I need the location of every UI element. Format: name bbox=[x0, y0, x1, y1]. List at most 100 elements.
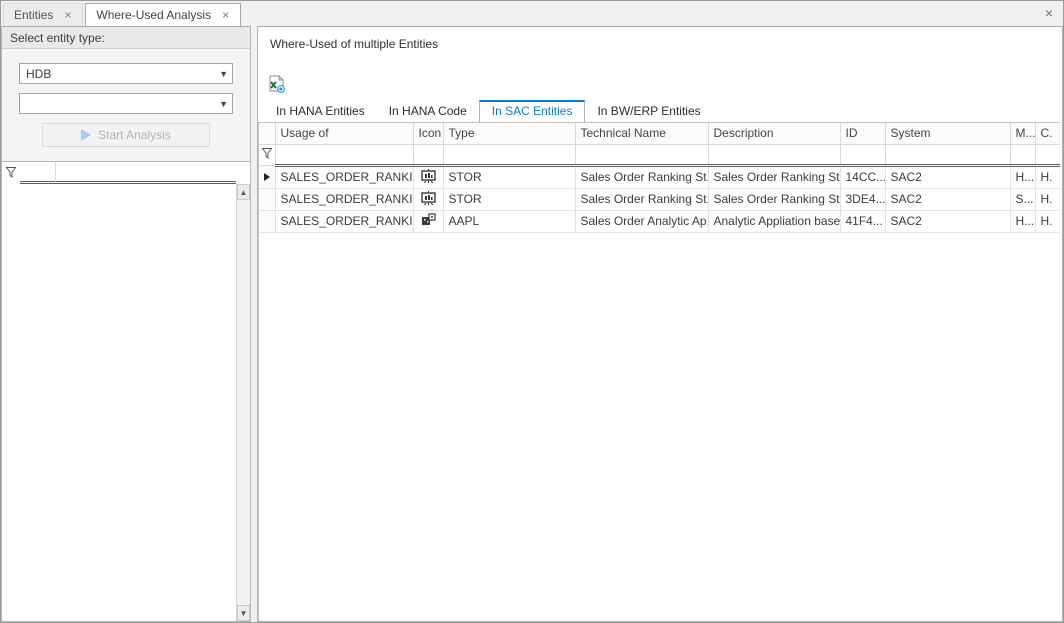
cell-c[interactable]: H. bbox=[1035, 188, 1060, 210]
start-analysis-button[interactable]: Start Analysis bbox=[42, 123, 210, 147]
cell-description[interactable]: Sales Order Ranking St... bbox=[708, 188, 840, 210]
entity-list-grid: ▲ ▼ bbox=[2, 161, 250, 621]
cell-type[interactable]: STOR bbox=[443, 165, 575, 188]
col-header-id[interactable]: ID bbox=[840, 123, 885, 144]
analytic-application-icon bbox=[421, 213, 436, 227]
scroll-up-icon[interactable]: ▲ bbox=[237, 184, 250, 200]
table-row[interactable]: SALES_ORDER_RANKING STOR Sales Order Ran… bbox=[259, 188, 1060, 210]
col-header-system[interactable]: System bbox=[885, 123, 1010, 144]
filter-cell[interactable] bbox=[708, 144, 840, 165]
tab-in-hana-entities[interactable]: In HANA Entities bbox=[264, 101, 377, 122]
document-tabbar: Entities × Where-Used Analysis × × bbox=[1, 1, 1063, 26]
where-used-results-panel: Where-Used of multiple Entities In HANA … bbox=[257, 26, 1063, 622]
filter-cell[interactable] bbox=[1035, 144, 1060, 165]
filter-cell[interactable] bbox=[840, 144, 885, 165]
filter-cell[interactable] bbox=[56, 162, 236, 184]
chevron-down-icon[interactable]: ▼ bbox=[219, 99, 228, 109]
row-indicator-cell bbox=[259, 210, 275, 232]
cell-technical-name[interactable]: Sales Order Ranking St... bbox=[575, 165, 708, 188]
filter-cell[interactable] bbox=[1010, 144, 1035, 165]
cell-m[interactable]: H... bbox=[1010, 210, 1035, 232]
grid-header-row: Usage of Icon Type Technical Name Descri… bbox=[259, 123, 1060, 144]
entity-dropdown[interactable]: ▼ bbox=[19, 93, 233, 114]
chevron-down-icon[interactable]: ▼ bbox=[219, 69, 228, 79]
panel-header: Select entity type: bbox=[2, 27, 250, 49]
entity-type-dropdown[interactable]: HDB ▼ bbox=[19, 63, 233, 84]
cell-usage-of[interactable]: SALES_ORDER_RANKING bbox=[275, 210, 413, 232]
cell-system[interactable]: SAC2 bbox=[885, 210, 1010, 232]
results-grid: Usage of Icon Type Technical Name Descri… bbox=[258, 122, 1060, 621]
results-title: Where-Used of multiple Entities bbox=[258, 27, 1062, 53]
filter-indicator-cell bbox=[2, 162, 20, 184]
cell-id[interactable]: 41F4... bbox=[840, 210, 885, 232]
cell-icon bbox=[413, 188, 443, 210]
current-row-arrow-icon bbox=[264, 173, 270, 181]
cell-usage-of[interactable]: SALES_ORDER_RANKING bbox=[275, 188, 413, 210]
entity-selection-panel: Select entity type: HDB ▼ ▼ Start Analys… bbox=[1, 26, 251, 622]
col-header-description[interactable]: Description bbox=[708, 123, 840, 144]
grid-filter-row bbox=[259, 144, 1060, 165]
filter-cell[interactable] bbox=[413, 144, 443, 165]
tab-entities-label: Entities bbox=[14, 8, 53, 22]
cell-technical-name[interactable]: Sales Order Ranking St... bbox=[575, 188, 708, 210]
vertical-scrollbar[interactable]: ▲ ▼ bbox=[236, 184, 250, 621]
export-to-excel-icon[interactable] bbox=[268, 75, 286, 93]
cell-usage-of[interactable]: SALES_ORDER_RANKING bbox=[275, 165, 413, 188]
main-area: Select entity type: HDB ▼ ▼ Start Analys… bbox=[1, 26, 1063, 622]
panel-body: HDB ▼ ▼ Start Analysis bbox=[2, 49, 250, 161]
row-indicator-cell bbox=[259, 188, 275, 210]
cell-type[interactable]: STOR bbox=[443, 188, 575, 210]
col-header-c[interactable]: C. bbox=[1035, 123, 1060, 144]
filter-cell[interactable] bbox=[443, 144, 575, 165]
scroll-down-icon[interactable]: ▼ bbox=[237, 605, 250, 621]
cell-type[interactable]: AAPL bbox=[443, 210, 575, 232]
tab-in-sac-entities[interactable]: In SAC Entities bbox=[479, 100, 586, 122]
story-icon bbox=[421, 191, 436, 205]
col-header-m[interactable]: M... bbox=[1010, 123, 1035, 144]
start-analysis-label: Start Analysis bbox=[98, 128, 171, 142]
cell-description[interactable]: Sales Order Ranking St... bbox=[708, 165, 840, 188]
col-header-usage-of[interactable]: Usage of bbox=[275, 123, 413, 144]
story-icon bbox=[421, 169, 436, 183]
tab-entities[interactable]: Entities × bbox=[3, 3, 83, 26]
col-header-type[interactable]: Type bbox=[443, 123, 575, 144]
filter-funnel-icon bbox=[6, 167, 16, 178]
cell-m[interactable]: S... bbox=[1010, 188, 1035, 210]
filter-cell[interactable] bbox=[275, 144, 413, 165]
cell-id[interactable]: 3DE4... bbox=[840, 188, 885, 210]
cell-icon bbox=[413, 165, 443, 188]
header-indicator bbox=[259, 123, 275, 144]
app-window: Entities × Where-Used Analysis × × Selec… bbox=[0, 0, 1064, 623]
cell-id[interactable]: 14CC... bbox=[840, 165, 885, 188]
cell-description[interactable]: Analytic Appliation base... bbox=[708, 210, 840, 232]
tab-entities-close-icon[interactable]: × bbox=[63, 9, 72, 21]
cell-system[interactable]: SAC2 bbox=[885, 165, 1010, 188]
filter-cell[interactable] bbox=[20, 162, 56, 184]
result-tabstrip: In HANA Entities In HANA Code In SAC Ent… bbox=[258, 100, 1062, 122]
filter-indicator-cell bbox=[259, 144, 275, 165]
tab-where-used-close-icon[interactable]: × bbox=[221, 9, 230, 21]
entity-list-body[interactable] bbox=[2, 184, 250, 621]
filter-row bbox=[2, 162, 250, 184]
filter-cell[interactable] bbox=[575, 144, 708, 165]
tab-where-used-label: Where-Used Analysis bbox=[96, 8, 211, 22]
table-row[interactable]: SALES_ORDER_RANKING STOR Sales Order Ran… bbox=[259, 165, 1060, 188]
cell-system[interactable]: SAC2 bbox=[885, 188, 1010, 210]
row-indicator-cell bbox=[259, 165, 275, 188]
cell-c[interactable]: H. bbox=[1035, 165, 1060, 188]
col-header-technical-name[interactable]: Technical Name bbox=[575, 123, 708, 144]
cell-c[interactable]: H. bbox=[1035, 210, 1060, 232]
close-icon[interactable]: × bbox=[1045, 6, 1053, 20]
filter-funnel-icon bbox=[262, 148, 272, 159]
play-icon bbox=[81, 129, 91, 141]
col-header-icon[interactable]: Icon bbox=[413, 123, 443, 144]
tab-where-used-analysis[interactable]: Where-Used Analysis × bbox=[85, 3, 241, 26]
tab-in-hana-code[interactable]: In HANA Code bbox=[377, 101, 479, 122]
cell-technical-name[interactable]: Sales Order Analytic Ap... bbox=[575, 210, 708, 232]
tab-in-bw-erp-entities[interactable]: In BW/ERP Entities bbox=[585, 101, 712, 122]
table-row[interactable]: SALES_ORDER_RANKING AAPL Sales Order Ana… bbox=[259, 210, 1060, 232]
filter-cell[interactable] bbox=[885, 144, 1010, 165]
results-toolbar bbox=[258, 53, 1062, 100]
cell-icon bbox=[413, 210, 443, 232]
cell-m[interactable]: H... bbox=[1010, 165, 1035, 188]
